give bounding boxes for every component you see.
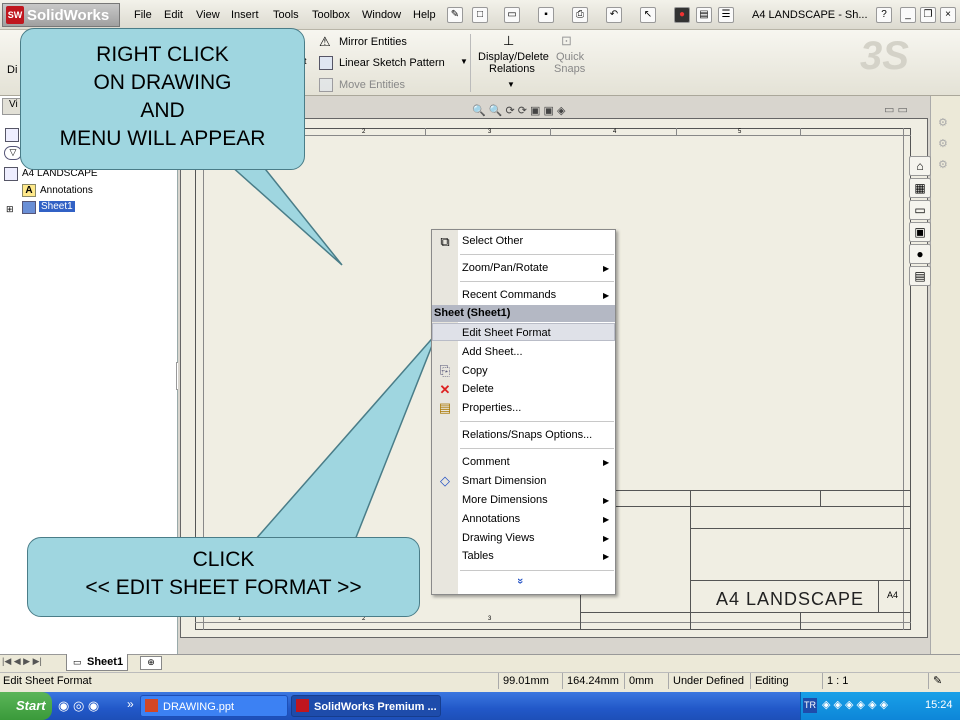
sheet-tab-label[interactable]: Sheet1: [87, 656, 123, 668]
submenu-arrow-icon: ▶: [603, 458, 610, 467]
menu-properties[interactable]: Properties...: [462, 402, 521, 414]
callout-line: MENU WILL APPEAR: [59, 127, 266, 150]
status-x-coord: 99.01mm: [498, 673, 562, 689]
callout-line: ON DRAWING: [93, 71, 232, 94]
menu-copy[interactable]: Copy: [462, 365, 488, 377]
status-scale[interactable]: 1 : 1: [822, 673, 858, 689]
menu-separator: [460, 281, 614, 282]
menu-separator: [460, 448, 614, 449]
submenu-arrow-icon: ▶: [603, 496, 610, 505]
instruction-callout-edit-sheet-format: CLICK << EDIT SHEET FORMAT >>: [27, 537, 420, 617]
menu-comment[interactable]: Comment: [462, 456, 510, 468]
start-button[interactable]: Start: [0, 692, 52, 720]
quick-launch-icons[interactable]: ◉ ◎ ◉: [58, 698, 99, 714]
menu-separator: [460, 570, 614, 571]
language-indicator[interactable]: TR: [803, 698, 817, 713]
select-other-icon: ⧉: [440, 234, 450, 249]
tray-icons[interactable]: ◈ ◈ ◈ ◈ ◈ ◈: [822, 698, 888, 711]
sheet-nav-buttons[interactable]: |◀ ◀ ▶ ▶|: [2, 656, 42, 667]
properties-icon: ▤: [438, 400, 452, 415]
instruction-callout-right-click: RIGHT CLICK ON DRAWING AND MENU WILL APP…: [20, 28, 305, 170]
menu-edit-sheet-format[interactable]: Edit Sheet Format: [462, 327, 551, 339]
status-z-coord: 0mm: [624, 673, 668, 689]
callout-top-pointer: [228, 164, 343, 266]
menu-more-dimensions[interactable]: More Dimensions: [462, 494, 548, 506]
status-edit-icon[interactable]: ✎: [928, 673, 956, 689]
submenu-arrow-icon: ▶: [603, 534, 610, 543]
callout-bottom-pointer: [253, 332, 438, 541]
taskbar-solidworks[interactable]: SolidWorks Premium ...: [291, 695, 441, 717]
system-clock: 15:24: [925, 699, 953, 711]
callout-line: CLICK: [192, 548, 255, 571]
delete-icon: ✕: [439, 382, 451, 397]
smart-dimension-icon: ◇: [440, 473, 450, 488]
submenu-arrow-icon: ▶: [603, 291, 610, 300]
submenu-arrow-icon: ▶: [603, 552, 610, 561]
submenu-arrow-icon: ▶: [603, 515, 610, 524]
menu-relations-snaps[interactable]: Relations/Snaps Options...: [462, 429, 592, 441]
powerpoint-icon: [145, 699, 158, 712]
menu-drawing-views[interactable]: Drawing Views: [462, 532, 535, 544]
expand-menu-icon[interactable]: »: [514, 578, 526, 584]
sheet-tab-icon: ▭: [73, 657, 82, 667]
menu-delete[interactable]: Delete: [462, 383, 494, 395]
callout-line: << EDIT SHEET FORMAT >>: [85, 576, 362, 599]
menu-tables[interactable]: Tables: [462, 550, 494, 562]
status-y-coord: 164.24mm: [562, 673, 624, 689]
menu-annotations[interactable]: Annotations: [462, 513, 520, 525]
menu-add-sheet[interactable]: Add Sheet...: [462, 346, 523, 358]
menu-separator: [460, 421, 614, 422]
status-message: Edit Sheet Format: [3, 675, 92, 687]
solidworks-taskbar-icon: [296, 699, 309, 712]
submenu-arrow-icon: ▶: [603, 264, 610, 273]
menu-zoom-pan-rotate[interactable]: Zoom/Pan/Rotate: [462, 262, 548, 274]
status-editing-mode: Editing Sheet1: [750, 673, 822, 703]
context-menu-section-header: Sheet (Sheet1): [432, 305, 615, 322]
status-definition-state: Under Defined: [668, 673, 748, 689]
add-sheet-tab-icon[interactable]: ⊕: [140, 656, 162, 670]
taskbar-powerpoint[interactable]: DRAWING.ppt: [140, 695, 288, 717]
menu-separator: [460, 254, 614, 255]
quick-launch-chevron-icon[interactable]: »: [127, 697, 134, 711]
menu-recent-commands[interactable]: Recent Commands: [462, 289, 556, 301]
menu-smart-dimension[interactable]: Smart Dimension: [462, 475, 546, 487]
copy-icon: ⎘: [439, 363, 451, 378]
menu-select-other[interactable]: Select Other: [462, 235, 523, 247]
callout-line: AND: [140, 99, 185, 122]
callout-line: RIGHT CLICK: [96, 43, 229, 66]
